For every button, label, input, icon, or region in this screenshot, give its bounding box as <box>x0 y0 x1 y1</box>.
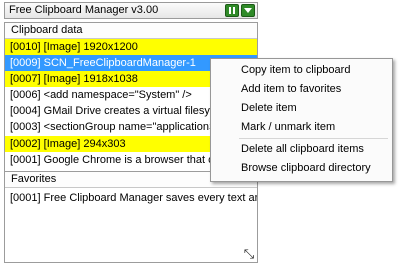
menu-item-delete-item[interactable]: Delete item <box>211 99 392 118</box>
favorites-panel: Favorites [0001] Free Clipboard Manager … <box>4 171 258 263</box>
menu-item-delete-all[interactable]: Delete all clipboard items <box>211 140 392 159</box>
favorite-item[interactable]: [0001] Free Clipboard Manager saves ever… <box>5 190 257 206</box>
menu-item-browse-directory[interactable]: Browse clipboard directory <box>211 159 392 178</box>
menu-dropdown-button[interactable] <box>241 4 255 17</box>
context-menu: Copy item to clipboard Add item to favor… <box>210 58 393 182</box>
menu-separator <box>239 138 388 139</box>
menu-item-mark-unmark[interactable]: Mark / unmark item <box>211 118 392 137</box>
menu-item-copy-to-clipboard[interactable]: Copy item to clipboard <box>211 61 392 80</box>
clipboard-item[interactable]: [0010] [Image] 1920x1200 <box>5 39 257 56</box>
clipboard-header: Clipboard data <box>5 23 257 39</box>
title-bar: Free Clipboard Manager v3.00 <box>4 2 258 19</box>
dropdown-arrow-icon <box>244 8 252 13</box>
resize-grip-icon[interactable]: ⤡ <box>243 247 255 260</box>
window-title: Free Clipboard Manager v3.00 <box>9 4 159 16</box>
menu-item-add-to-favorites[interactable]: Add item to favorites <box>211 80 392 99</box>
pause-button[interactable] <box>225 4 239 17</box>
